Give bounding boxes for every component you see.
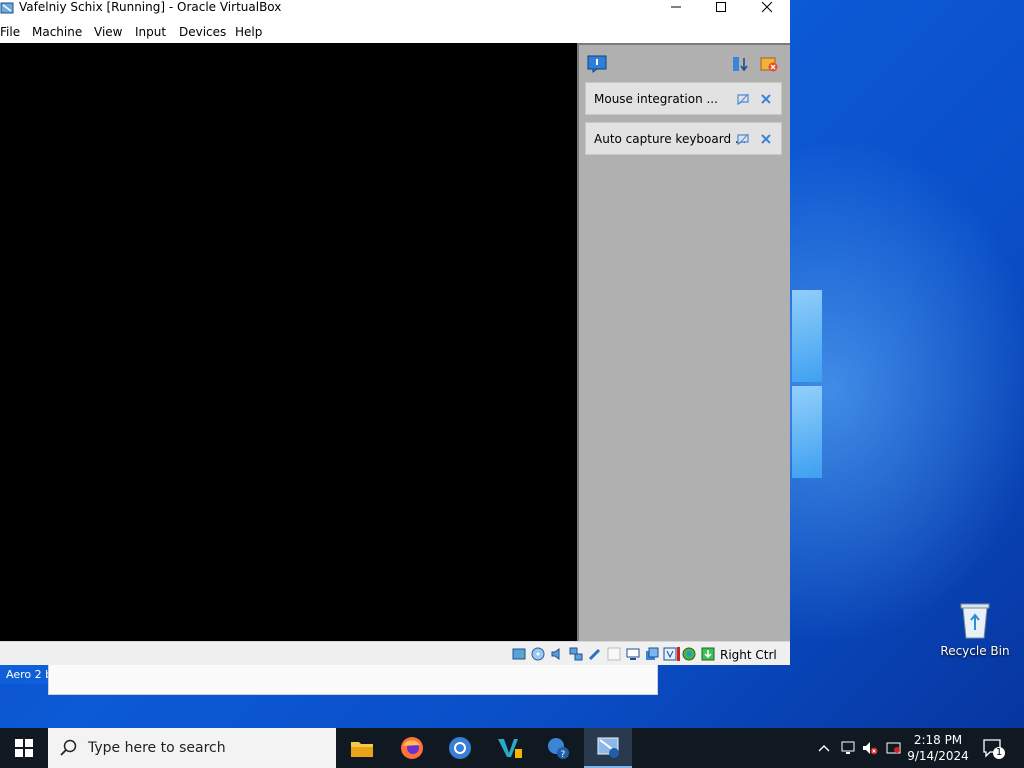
window-title: Vafelniy Schix [Running] - Oracle Virtua… (19, 0, 282, 14)
minimize-icon (671, 6, 681, 8)
taskbar: Type here to search ? 2:18 PM 9/14/2024 … (0, 728, 1024, 768)
notification-text: Mouse integration ... (594, 92, 718, 106)
close-icon (761, 1, 773, 13)
recycle-bin-label: Recycle Bin (940, 644, 1010, 658)
notification-text: Auto capture keyboard ... (594, 132, 747, 146)
network-tray-icon[interactable] (840, 740, 856, 756)
virtualbox-icon (597, 737, 619, 758)
menu-bar: File Machine View Input Devices Help (0, 20, 790, 43)
background-window-panel (48, 664, 658, 695)
clock-date: 9/14/2024 (907, 749, 969, 763)
firefox-button[interactable] (388, 728, 436, 768)
arrow-down-icon[interactable] (701, 647, 715, 661)
chrome-icon (449, 737, 471, 759)
minimize-button[interactable] (653, 0, 699, 18)
maximize-icon (716, 2, 726, 12)
close-notification-icon[interactable] (759, 92, 773, 106)
maximize-button[interactable] (698, 0, 744, 18)
hard-disk-icon[interactable] (512, 647, 526, 661)
search-placeholder: Type here to search (88, 740, 226, 756)
chevron-up-icon[interactable] (816, 740, 832, 756)
video-capture-icon[interactable] (645, 647, 659, 661)
display-icon[interactable] (626, 647, 640, 661)
mute-notification-icon[interactable] (736, 92, 750, 106)
sort-notifications-icon[interactable] (731, 55, 749, 76)
virtualbox-app-icon (0, 1, 14, 15)
background-window-label[interactable]: Aero 2 b (0, 664, 48, 684)
visual-studio-icon (498, 739, 522, 758)
guest-additions-icon[interactable] (682, 647, 696, 661)
host-key-label: Right Ctrl (720, 648, 777, 662)
menu-input[interactable]: Input (135, 25, 166, 39)
start-button[interactable] (0, 728, 48, 768)
shared-folders-icon[interactable] (607, 647, 621, 661)
recycle-bin-icon (957, 600, 993, 640)
vm-display[interactable] (0, 43, 577, 641)
windows-logo-wallpaper-lower (792, 386, 822, 478)
visual-studio-button[interactable] (486, 728, 534, 768)
virtualbox-taskbar-button[interactable] (584, 728, 632, 768)
recycle-bin[interactable]: Recycle Bin (936, 600, 1014, 658)
title-bar[interactable]: Vafelniy Schix [Running] - Oracle Virtua… (0, 0, 790, 20)
clock[interactable]: 2:18 PM 9/14/2024 (906, 732, 970, 764)
close-notification-icon[interactable] (759, 132, 773, 146)
firefox-icon (401, 737, 423, 759)
windows-logo-wallpaper (792, 290, 822, 382)
close-button[interactable] (744, 0, 790, 18)
file-explorer-icon (351, 742, 373, 757)
search-icon (60, 739, 77, 756)
optical-drive-icon[interactable] (531, 647, 545, 661)
volume-muted-icon[interactable] (862, 740, 878, 756)
notification-item[interactable]: Mouse integration ... (585, 82, 782, 115)
svg-text:?: ? (561, 750, 566, 760)
menu-help[interactable]: Help (235, 25, 262, 39)
menu-view[interactable]: View (94, 25, 122, 39)
menu-machine[interactable]: Machine (32, 25, 82, 39)
windows-start-icon (15, 739, 33, 757)
menu-devices[interactable]: Devices (179, 25, 226, 39)
dismiss-all-icon[interactable] (760, 55, 778, 76)
usb-icon[interactable] (588, 647, 602, 661)
notification-center: Mouse integration ... Auto capture keybo… (577, 43, 790, 641)
help-button[interactable]: ? (534, 728, 582, 768)
network-icon[interactable] (569, 647, 583, 661)
security-tray-icon[interactable] (886, 740, 902, 756)
notification-count-badge: 1 (995, 747, 1003, 758)
chrome-button[interactable] (436, 728, 484, 768)
virtualbox-window: Vafelniy Schix [Running] - Oracle Virtua… (0, 0, 790, 665)
status-bar: Right Ctrl (0, 641, 790, 665)
cpu-icon[interactable] (663, 647, 677, 661)
notification-item[interactable]: Auto capture keyboard ... (585, 122, 782, 155)
menu-file[interactable]: File (0, 25, 20, 39)
clock-time: 2:18 PM (913, 733, 963, 747)
audio-icon[interactable] (550, 647, 564, 661)
file-explorer-button[interactable] (338, 728, 386, 768)
notification-center-icon[interactable] (587, 55, 607, 76)
help-icon: ? (548, 738, 569, 760)
mute-notification-icon[interactable] (736, 132, 750, 146)
search-box[interactable]: Type here to search (48, 728, 336, 768)
recording-indicator (677, 647, 680, 661)
